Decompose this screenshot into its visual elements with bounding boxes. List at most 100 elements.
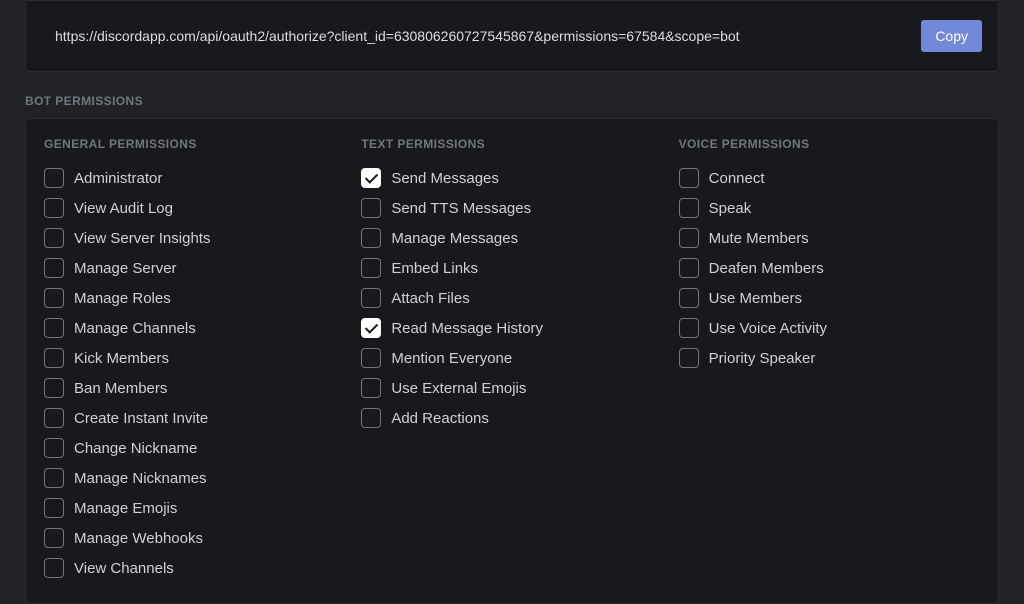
checkbox-embed-links[interactable] [361, 258, 381, 278]
perm-column-text-permissions: Text Permissions Send Messages Send TTS Me… [353, 137, 670, 583]
perm-use-voice-activity[interactable]: Use Voice Activity [679, 313, 980, 343]
column-header-general-permissions: General Permissions [44, 137, 345, 151]
checkbox-view-server-insights[interactable] [44, 228, 64, 248]
perm-embed-links[interactable]: Embed Links [361, 253, 662, 283]
perm-ban-members[interactable]: Ban Members [44, 373, 345, 403]
checkbox-view-channels[interactable] [44, 558, 64, 578]
checkbox-add-reactions[interactable] [361, 408, 381, 428]
perm-label-read-message-history: Read Message History [391, 320, 543, 337]
perm-change-nickname[interactable]: Change Nickname [44, 433, 345, 463]
perm-manage-emojis[interactable]: Manage Emojis [44, 493, 345, 523]
perm-label-ban-members: Ban Members [74, 380, 167, 397]
perm-label-add-reactions: Add Reactions [391, 410, 489, 427]
perm-use-external-emojis[interactable]: Use External Emojis [361, 373, 662, 403]
perm-label-mute-members: Mute Members [709, 230, 809, 247]
perm-label-manage-server: Manage Server [74, 260, 177, 277]
checkbox-view-audit-log[interactable] [44, 198, 64, 218]
oauth-url-input[interactable] [42, 17, 907, 55]
perm-deafen-members[interactable]: Deafen Members [679, 253, 980, 283]
perm-label-mention-everyone: Mention Everyone [391, 350, 512, 367]
checkbox-manage-roles[interactable] [44, 288, 64, 308]
column-header-text-permissions: Text Permissions [361, 137, 662, 151]
checkbox-manage-server[interactable] [44, 258, 64, 278]
perm-label-manage-channels: Manage Channels [74, 320, 196, 337]
checkbox-deafen-members[interactable] [679, 258, 699, 278]
perm-kick-members[interactable]: Kick Members [44, 343, 345, 373]
perm-label-send-tts-messages: Send TTS Messages [391, 200, 531, 217]
perm-add-reactions[interactable]: Add Reactions [361, 403, 662, 433]
copy-button[interactable]: Copy [921, 20, 982, 52]
checkbox-manage-messages[interactable] [361, 228, 381, 248]
perm-view-channels[interactable]: View Channels [44, 553, 345, 583]
perm-manage-server[interactable]: Manage Server [44, 253, 345, 283]
perm-label-speak: Speak [709, 200, 752, 217]
perm-send-tts-messages[interactable]: Send TTS Messages [361, 193, 662, 223]
perm-view-audit-log[interactable]: View Audit Log [44, 193, 345, 223]
perm-priority-speaker[interactable]: Priority Speaker [679, 343, 980, 373]
checkbox-read-message-history[interactable] [361, 318, 381, 338]
perm-read-message-history[interactable]: Read Message History [361, 313, 662, 343]
checkbox-mention-everyone[interactable] [361, 348, 381, 368]
perm-column-general-permissions: General Permissions Administrator View Aud… [36, 137, 353, 583]
perm-send-messages[interactable]: Send Messages [361, 163, 662, 193]
perm-use-members[interactable]: Use Members [679, 283, 980, 313]
perm-label-use-members: Use Members [709, 290, 802, 307]
checkbox-use-voice-activity[interactable] [679, 318, 699, 338]
checkbox-manage-nicknames[interactable] [44, 468, 64, 488]
checkbox-mute-members[interactable] [679, 228, 699, 248]
perm-label-manage-messages: Manage Messages [391, 230, 518, 247]
perm-attach-files[interactable]: Attach Files [361, 283, 662, 313]
perm-administrator[interactable]: Administrator [44, 163, 345, 193]
perm-view-server-insights[interactable]: View Server Insights [44, 223, 345, 253]
checkbox-ban-members[interactable] [44, 378, 64, 398]
perm-label-connect: Connect [709, 170, 765, 187]
perm-label-view-server-insights: View Server Insights [74, 230, 210, 247]
perm-label-use-voice-activity: Use Voice Activity [709, 320, 827, 337]
checkbox-send-tts-messages[interactable] [361, 198, 381, 218]
checkbox-priority-speaker[interactable] [679, 348, 699, 368]
perm-manage-messages[interactable]: Manage Messages [361, 223, 662, 253]
perm-manage-roles[interactable]: Manage Roles [44, 283, 345, 313]
perm-label-send-messages: Send Messages [391, 170, 499, 187]
perm-label-priority-speaker: Priority Speaker [709, 350, 816, 367]
perm-mention-everyone[interactable]: Mention Everyone [361, 343, 662, 373]
checkbox-administrator[interactable] [44, 168, 64, 188]
perm-label-view-audit-log: View Audit Log [74, 200, 173, 217]
checkbox-kick-members[interactable] [44, 348, 64, 368]
checkbox-use-members[interactable] [679, 288, 699, 308]
perm-column-voice-permissions: Voice Permissions Connect Speak Mute Member… [671, 137, 988, 583]
perm-label-create-instant-invite: Create Instant Invite [74, 410, 208, 427]
checkbox-connect[interactable] [679, 168, 699, 188]
checkbox-manage-webhooks[interactable] [44, 528, 64, 548]
oauth-url-card: Copy [25, 0, 999, 72]
perm-label-use-external-emojis: Use External Emojis [391, 380, 526, 397]
perm-manage-webhooks[interactable]: Manage Webhooks [44, 523, 345, 553]
perm-label-kick-members: Kick Members [74, 350, 169, 367]
perm-label-change-nickname: Change Nickname [74, 440, 197, 457]
perm-label-manage-nicknames: Manage Nicknames [74, 470, 207, 487]
perm-create-instant-invite[interactable]: Create Instant Invite [44, 403, 345, 433]
column-header-voice-permissions: Voice Permissions [679, 137, 980, 151]
perm-label-embed-links: Embed Links [391, 260, 478, 277]
perm-mute-members[interactable]: Mute Members [679, 223, 980, 253]
permissions-card: General Permissions Administrator View Aud… [25, 118, 999, 604]
perm-label-deafen-members: Deafen Members [709, 260, 824, 277]
perm-manage-channels[interactable]: Manage Channels [44, 313, 345, 343]
checkbox-manage-channels[interactable] [44, 318, 64, 338]
checkbox-send-messages[interactable] [361, 168, 381, 188]
bot-permissions-section-label: Bot Permissions [25, 94, 999, 108]
checkbox-change-nickname[interactable] [44, 438, 64, 458]
perm-label-manage-webhooks: Manage Webhooks [74, 530, 203, 547]
checkbox-speak[interactable] [679, 198, 699, 218]
checkbox-use-external-emojis[interactable] [361, 378, 381, 398]
checkbox-create-instant-invite[interactable] [44, 408, 64, 428]
perm-label-administrator: Administrator [74, 170, 162, 187]
perm-manage-nicknames[interactable]: Manage Nicknames [44, 463, 345, 493]
checkbox-attach-files[interactable] [361, 288, 381, 308]
perm-label-view-channels: View Channels [74, 560, 174, 577]
checkbox-manage-emojis[interactable] [44, 498, 64, 518]
perm-speak[interactable]: Speak [679, 193, 980, 223]
perm-label-attach-files: Attach Files [391, 290, 469, 307]
perm-connect[interactable]: Connect [679, 163, 980, 193]
perm-label-manage-roles: Manage Roles [74, 290, 171, 307]
